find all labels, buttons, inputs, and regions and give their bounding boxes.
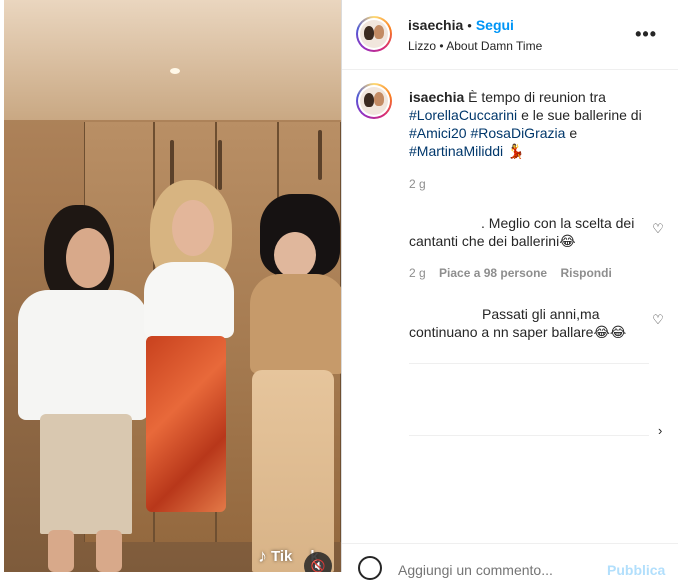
divider <box>409 435 649 436</box>
comment-2-line-2: continuano a nn saper ballare😂😂 <box>409 324 627 340</box>
dancer-emoji: 💃 <box>507 143 525 159</box>
comments-section: isaechia È tempo di reunion tra #Lorella… <box>342 71 678 541</box>
caption: isaechia È tempo di reunion tra #Lorella… <box>409 88 659 160</box>
comment-1-line-2: cantanti che dei ballerini😂 <box>409 233 576 249</box>
comment-2-line-1: Passati gli anni,ma <box>482 306 600 322</box>
header-title-row: isaechia • Segui <box>408 17 514 33</box>
heart-icon[interactable]: ♡ <box>651 222 665 236</box>
comment-1-timestamp[interactable]: 2 g <box>409 266 426 280</box>
avatar-image <box>360 20 388 48</box>
more-horizontal-icon[interactable]: ••• <box>635 24 657 45</box>
muted-speaker-icon[interactable]: 🔇 <box>304 552 332 572</box>
caption-text-2: e le sue ballerine di <box>521 107 642 123</box>
hashtag-rosadigrazia[interactable]: #RosaDiGrazia <box>470 125 565 141</box>
comment-1: . Meglio con la scelta dei cantanti che … <box>409 214 649 250</box>
avatar-image <box>360 87 388 115</box>
comment-2: Passati gli anni,ma continuano a nn sape… <box>409 305 649 341</box>
comment-1-line-1: . Meglio con la scelta dei <box>481 215 635 231</box>
reply-button[interactable]: Rispondi <box>560 266 611 280</box>
tiktok-watermark-text: Tik <box>271 548 293 565</box>
heart-icon[interactable]: ♡ <box>651 313 665 327</box>
post-side-panel: isaechia • Segui Lizzo • About Damn Time •… <box>341 0 678 580</box>
follow-button[interactable]: Segui <box>476 17 514 33</box>
caption-text-3: e <box>569 125 578 141</box>
door-handle <box>318 130 322 180</box>
hashtag-lorellacuccarini[interactable]: #LorellaCuccarini <box>409 107 517 123</box>
ceiling-light <box>170 68 180 74</box>
comment-composer: Pubblica <box>342 543 678 580</box>
hashtag-martinamiliddi[interactable]: #MartinaMiliddi <box>409 143 503 159</box>
tiktok-icon: ♪ <box>258 546 267 566</box>
divider <box>409 363 649 364</box>
caption-timestamp[interactable]: 2 g <box>409 177 426 191</box>
separator-dot: • <box>467 18 472 33</box>
emoji-icon[interactable] <box>358 556 382 580</box>
author-username[interactable]: isaechia <box>408 17 463 33</box>
comment-1-likes[interactable]: Piace a 98 persone <box>439 266 547 280</box>
audio-label[interactable]: Lizzo • About Damn Time <box>408 39 542 53</box>
post-video[interactable]: ♪ Tikk 🔇 <box>4 0 341 572</box>
hashtag-amici20[interactable]: #Amici20 <box>409 125 467 141</box>
video-ceiling <box>4 0 341 120</box>
comment-input[interactable] <box>398 562 598 578</box>
post-header: isaechia • Segui Lizzo • About Damn Time •… <box>342 0 678 70</box>
publish-button[interactable]: Pubblica <box>607 562 665 578</box>
caption-avatar[interactable] <box>356 83 392 119</box>
author-avatar[interactable] <box>356 16 392 52</box>
door-handle <box>218 140 222 190</box>
caption-username[interactable]: isaechia <box>409 89 464 105</box>
comment-1-meta: 2 g Piace a 98 persone Rispondi <box>409 266 612 280</box>
instagram-post-modal: ♪ Tikk 🔇 isaechia • Segui Lizzo • About Da… <box>0 0 678 580</box>
caption-text-1: È tempo di reunion tra <box>468 89 606 105</box>
chevron-right-icon[interactable]: › <box>658 423 662 438</box>
